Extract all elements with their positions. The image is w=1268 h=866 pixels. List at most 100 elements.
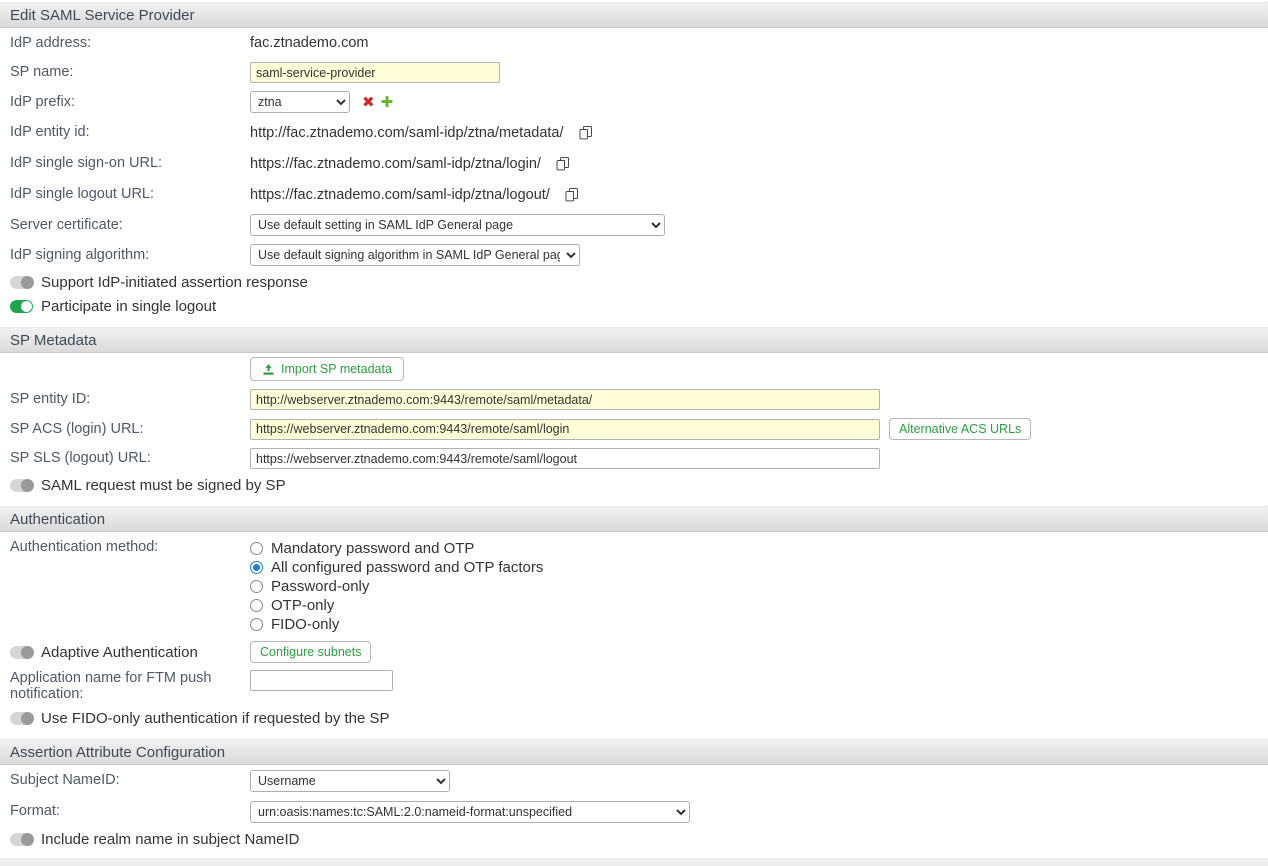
radio-icon[interactable] (250, 580, 263, 593)
row-sp-sls: SP SLS (logout) URL: (0, 444, 1268, 473)
sp-name-input[interactable] (250, 62, 500, 83)
ftm-app-name-input[interactable] (250, 670, 393, 691)
fido-only-toggle-label: Use FIDO-only authentication if requeste… (41, 710, 390, 727)
auth-method-option-1[interactable]: All configured password and OTP factors (250, 558, 543, 577)
row-nameid-format: Format: urn:oasis:names:tc:SAML:2.0:name… (0, 796, 1268, 827)
add-prefix-icon[interactable]: ✚ (381, 93, 394, 111)
section-assertion-config: Assertion Attribute Configuration (0, 739, 1268, 765)
single-logout-toggle[interactable] (10, 300, 33, 313)
single-logout-toggle-label: Participate in single logout (41, 298, 216, 315)
include-realm-toggle-label: Include realm name in subject NameID (41, 831, 299, 848)
auth-method-option-label: OTP-only (271, 597, 334, 614)
row-auth-method: Authentication method: Mandatory passwor… (0, 532, 1268, 638)
idp-prefix-select[interactable]: ztna (250, 91, 350, 113)
assertion-attributes-title: Assertion Attributes (32, 861, 161, 866)
nameid-format-label: Format: (10, 803, 250, 820)
page-title: Edit SAML Service Provider (0, 2, 1268, 28)
row-idp-slo: IdP single logout URL: https://fac.ztnad… (0, 179, 1268, 210)
row-idp-address: IdP address: fac.ztnademo.com (0, 28, 1268, 58)
row-ftm-app-name: Application name for FTM push notificati… (0, 666, 1268, 706)
row-adaptive-toggle: Adaptive Authentication Configure subnet… (0, 638, 1268, 666)
alternative-acs-urls-label: Alternative ACS URLs (899, 422, 1021, 436)
row-idp-prefix: IdP prefix: ztna ✖ ✚ (0, 87, 1268, 117)
copy-icon[interactable] (578, 125, 594, 141)
row-sp-entity: SP entity ID: (0, 385, 1268, 414)
radio-icon[interactable] (250, 599, 263, 612)
row-saml-signed-toggle: SAML request must be signed by SP (0, 473, 1268, 497)
idp-prefix-label: IdP prefix: (10, 94, 250, 111)
idp-address-label: IdP address: (10, 35, 250, 52)
idp-initiated-toggle-label: Support IdP-initiated assertion response (41, 274, 308, 291)
alternative-acs-urls-button[interactable]: Alternative ACS URLs (889, 418, 1031, 440)
row-idp-entity: IdP entity id: http://fac.ztnademo.com/s… (0, 117, 1268, 148)
auth-method-options: Mandatory password and OTP All configured… (250, 539, 543, 634)
sp-metadata-title: SP Metadata (10, 328, 96, 353)
auth-method-option-label: FIDO-only (271, 616, 339, 633)
idp-entity-value: http://fac.ztnademo.com/saml-idp/ztna/me… (250, 125, 564, 141)
idp-entity-label: IdP entity id: (10, 124, 250, 141)
row-idp-sso: IdP single sign-on URL: https://fac.ztna… (0, 148, 1268, 179)
auth-method-option-4[interactable]: FIDO-only (250, 615, 543, 634)
subject-nameid-label: Subject NameID: (10, 772, 250, 789)
sp-sls-label: SP SLS (logout) URL: (10, 450, 250, 467)
section-assertion-attributes[interactable]: + Assertion Attributes (0, 858, 1268, 866)
row-sp-acs: SP ACS (login) URL: Alternative ACS URLs (0, 414, 1268, 444)
auth-method-option-label: Password-only (271, 578, 369, 595)
idp-initiated-toggle[interactable] (10, 276, 33, 289)
radio-icon[interactable] (250, 618, 263, 631)
upload-icon (262, 363, 275, 376)
row-single-logout-toggle: Participate in single logout (0, 294, 1268, 318)
sp-entity-input[interactable] (250, 389, 880, 410)
idp-sso-value: https://fac.ztnademo.com/saml-idp/ztna/l… (250, 156, 541, 172)
idp-sso-label: IdP single sign-on URL: (10, 155, 250, 172)
signing-alg-select[interactable]: Use default signing algorithm in SAML Id… (250, 244, 580, 266)
copy-icon[interactable] (564, 187, 580, 203)
import-sp-metadata-label: Import SP metadata (281, 362, 392, 376)
fido-only-toggle[interactable] (10, 712, 33, 725)
row-server-cert: Server certificate: Use default setting … (0, 210, 1268, 240)
radio-icon[interactable] (250, 561, 263, 574)
radio-icon[interactable] (250, 542, 263, 555)
row-sp-name: SP name: (0, 58, 1268, 87)
auth-method-label: Authentication method: (10, 539, 250, 556)
auth-method-option-3[interactable]: OTP-only (250, 596, 543, 615)
subject-nameid-select[interactable]: Username (250, 770, 450, 792)
page-title-text: Edit SAML Service Provider (10, 3, 195, 28)
row-fido-toggle: Use FIDO-only authentication if requeste… (0, 706, 1268, 730)
saml-signed-toggle-label: SAML request must be signed by SP (41, 477, 286, 494)
adaptive-auth-toggle[interactable] (10, 646, 33, 659)
row-realm-toggle: Include realm name in subject NameID (0, 827, 1268, 851)
assertion-config-title: Assertion Attribute Configuration (10, 740, 225, 765)
row-signing-alg: IdP signing algorithm: Use default signi… (0, 240, 1268, 270)
server-cert-select[interactable]: Use default setting in SAML IdP General … (250, 214, 665, 236)
nameid-format-select[interactable]: urn:oasis:names:tc:SAML:2.0:nameid-forma… (250, 801, 690, 823)
delete-prefix-icon[interactable]: ✖ (362, 93, 375, 111)
idp-slo-label: IdP single logout URL: (10, 186, 250, 203)
auth-method-option-label: Mandatory password and OTP (271, 540, 474, 557)
sp-name-label: SP name: (10, 64, 250, 81)
server-cert-label: Server certificate: (10, 217, 250, 234)
section-authentication: Authentication (0, 506, 1268, 532)
include-realm-toggle[interactable] (10, 833, 33, 846)
sp-sls-input[interactable] (250, 448, 880, 469)
adaptive-auth-toggle-label: Adaptive Authentication (41, 644, 250, 661)
authentication-title: Authentication (10, 507, 105, 532)
auth-method-option-label: All configured password and OTP factors (271, 559, 543, 576)
sp-acs-label: SP ACS (login) URL: (10, 421, 250, 438)
ftm-app-name-label: Application name for FTM push notificati… (10, 670, 250, 702)
configure-subnets-label: Configure subnets (260, 645, 361, 659)
copy-icon[interactable] (555, 156, 571, 172)
row-idp-initiated-toggle: Support IdP-initiated assertion response (0, 270, 1268, 294)
sp-acs-input[interactable] (250, 419, 880, 440)
section-sp-metadata: SP Metadata (0, 327, 1268, 353)
auth-method-option-2[interactable]: Password-only (250, 577, 543, 596)
idp-address-value: fac.ztnademo.com (250, 35, 368, 51)
idp-slo-value: https://fac.ztnademo.com/saml-idp/ztna/l… (250, 187, 550, 203)
import-sp-metadata-button[interactable]: Import SP metadata (250, 357, 404, 381)
saml-signed-toggle[interactable] (10, 479, 33, 492)
auth-method-option-0[interactable]: Mandatory password and OTP (250, 539, 543, 558)
configure-subnets-button[interactable]: Configure subnets (250, 641, 371, 663)
row-import-metadata: Import SP metadata (0, 353, 1268, 385)
row-subject-nameid: Subject NameID: Username (0, 765, 1268, 796)
sp-entity-label: SP entity ID: (10, 391, 250, 408)
